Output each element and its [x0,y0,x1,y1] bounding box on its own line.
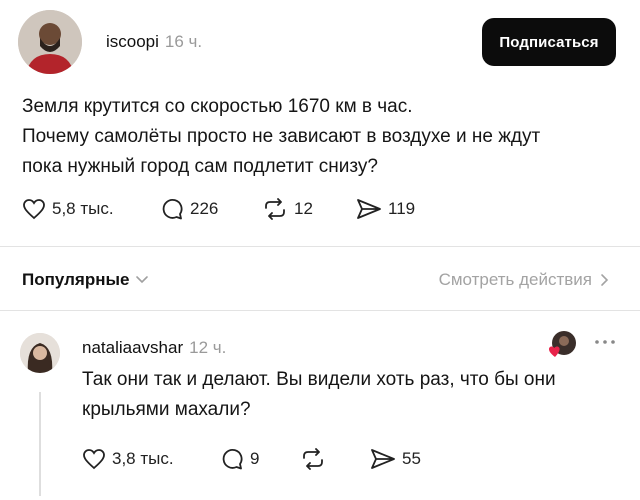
post-author: iscoopi 16 ч. [106,32,202,52]
reply-text-line: крыльями махали? [82,399,251,420]
repost-icon [303,448,323,470]
share-button[interactable]: 119 [356,198,415,220]
reply-text-line: Так они так и делают. Вы видели хоть раз… [82,369,556,390]
divider [0,310,640,311]
divider [0,246,640,247]
thread-line [39,392,41,496]
liked-by-author-avatar [548,330,576,357]
post-body: Земля крутится со скоростью 1670 км в ча… [22,92,612,182]
post-text-line: пока нужный город сам подлетит снизу? [22,156,378,177]
heart-icon [23,199,45,220]
repost-icon [265,198,285,220]
reply-comment-button[interactable]: 9 [220,448,259,470]
post-username[interactable]: iscoopi [106,32,159,52]
reply-like-button[interactable]: 3,8 тыс. [82,448,174,470]
share-icon [357,199,381,219]
repost-count: 12 [294,199,313,218]
like-count: 5,8 тыс. [52,199,114,218]
chevron-right-icon [601,274,609,286]
post-time: 16 ч. [164,32,203,51]
heart-icon [83,449,105,470]
post-author-avatar[interactable] [18,10,82,74]
reply-share-button[interactable]: 55 [370,448,421,470]
comment-icon [162,199,183,220]
sort-dropdown[interactable]: Популярные [22,270,149,290]
post-text-line: Земля крутится со скоростью 1670 км в ча… [22,96,413,117]
like-button[interactable]: 5,8 тыс. [22,198,114,220]
comment-count: 226 [190,199,219,218]
reply-share-count: 55 [402,449,421,468]
reply-author: nataliaavshar 12 ч. [82,338,226,358]
post-text-line: Почему самолёты просто не зависают в воз… [22,126,541,147]
view-actions-link[interactable]: Смотреть действия [439,270,610,290]
reply-like-count: 3,8 тыс. [112,449,174,468]
reply-repost-button[interactable] [300,448,332,470]
subscribe-button[interactable]: Подписаться [482,18,616,66]
reply-author-avatar[interactable] [20,333,60,373]
share-count: 119 [388,199,416,218]
comment-icon [222,449,243,470]
more-icon [595,340,615,344]
reply-body: Так они так и делают. Вы видели хоть раз… [82,365,622,425]
comment-button[interactable]: 226 [160,198,218,220]
reply-username[interactable]: nataliaavshar [82,338,183,358]
reply-time: 12 ч. [189,338,227,357]
heart-icon [549,346,560,357]
chevron-down-icon [136,276,149,284]
view-actions-label: Смотреть действия [438,270,592,289]
share-icon [371,449,395,469]
repost-button[interactable]: 12 [262,198,313,220]
more-options-button[interactable] [592,334,618,350]
sort-label: Популярные [22,270,130,289]
reply-comment-count: 9 [250,449,260,468]
